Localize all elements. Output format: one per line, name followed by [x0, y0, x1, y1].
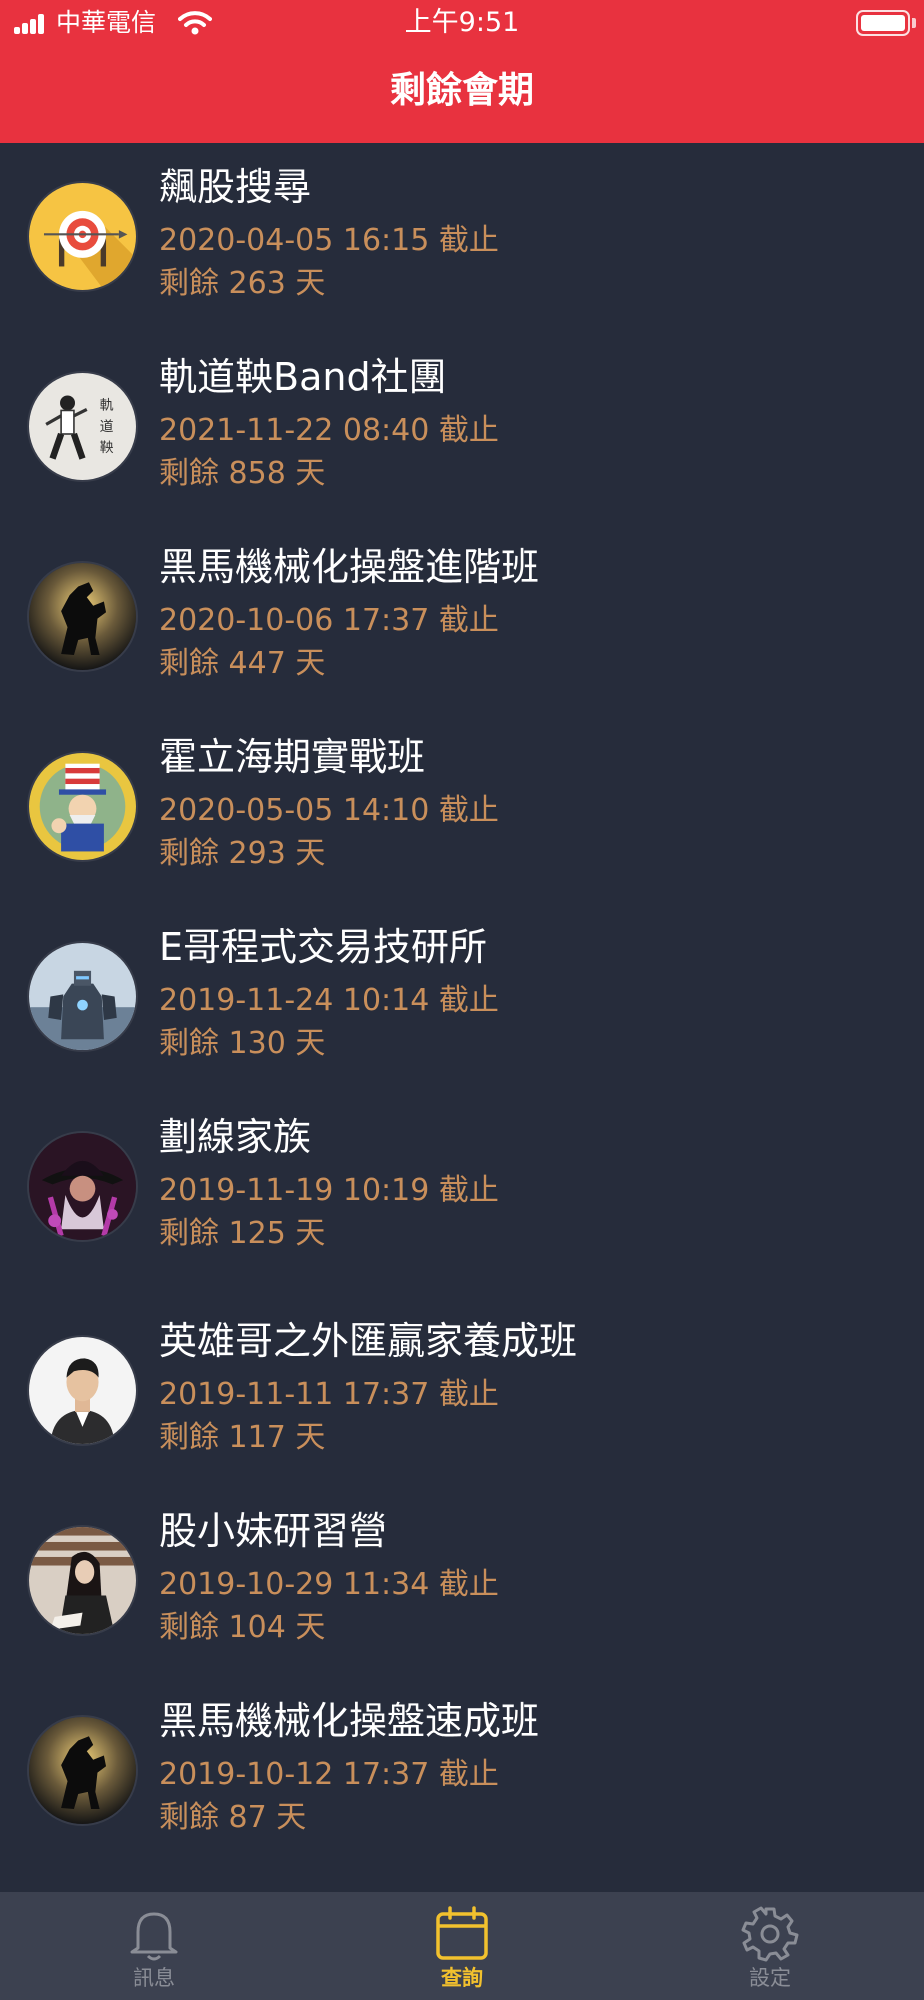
- item-expiry: 2019-10-12 17:37 截止: [159, 1757, 499, 1792]
- list-item[interactable]: 霍立海期實戰班 2020-05-05 14:10 截止 剩餘 293 天: [0, 713, 924, 903]
- membership-list: 飆股搜尋 2020-04-05 16:15 截止 剩餘 263 天 軌 道 鞅 …: [0, 143, 924, 1867]
- item-expiry: 2020-04-05 16:15 截止: [159, 223, 499, 258]
- item-remaining: 剩餘 263 天: [159, 266, 326, 301]
- man-portrait-avatar: [27, 1335, 138, 1446]
- woman-reading-avatar: [27, 1525, 138, 1636]
- item-remaining: 剩餘 293 天: [159, 836, 326, 871]
- martial-artist-avatar: 軌 道 鞅: [27, 371, 138, 482]
- calendar-icon: [436, 1906, 488, 1960]
- svg-text:軌: 軌: [100, 397, 114, 413]
- item-title: 股小妹研習營: [159, 1509, 388, 1553]
- page-title: 剩餘會期: [389, 70, 534, 111]
- item-remaining: 剩餘 858 天: [159, 456, 326, 491]
- list-item[interactable]: E哥程式交易技研所 2019-11-24 10:14 截止 剩餘 130 天: [0, 903, 924, 1093]
- list-item[interactable]: 黑馬機械化操盤進階班 2020-10-06 17:37 截止 剩餘 447 天: [0, 523, 924, 713]
- item-remaining: 剩餘 117 天: [159, 1420, 326, 1455]
- battery-tip: [912, 18, 916, 28]
- black-horse-avatar: [27, 1715, 138, 1826]
- list-item[interactable]: 黑馬機械化操盤速成班 2019-10-12 17:37 截止 剩餘 87 天: [0, 1677, 924, 1867]
- tab-label: 查詢: [441, 1966, 483, 1990]
- list-item[interactable]: 軌 道 鞅 軌道鞅Band社團 2021-11-22 08:40 截止 剩餘 8…: [0, 333, 924, 523]
- item-expiry: 2020-05-05 14:10 截止: [159, 793, 499, 828]
- robot-avatar: [27, 941, 138, 1052]
- item-remaining: 剩餘 447 天: [159, 646, 326, 681]
- target-avatar: [27, 181, 138, 292]
- item-title: 劃線家族: [159, 1115, 312, 1159]
- wizard-avatar: [27, 1131, 138, 1242]
- item-expiry: 2020-10-06 17:37 截止: [159, 603, 499, 638]
- item-title: 黑馬機械化操盤速成班: [159, 1699, 540, 1743]
- battery-icon: [856, 10, 910, 36]
- tab-query[interactable]: 查詢: [362, 1892, 562, 2000]
- item-remaining: 剩餘 125 天: [159, 1216, 326, 1251]
- item-remaining: 剩餘 87 天: [159, 1800, 307, 1835]
- gear-icon: [741, 1906, 799, 1962]
- list-item[interactable]: 英雄哥之外匯贏家養成班 2019-11-11 17:37 截止 剩餘 117 天: [0, 1297, 924, 1487]
- item-title: 黑馬機械化操盤進階班: [159, 545, 540, 589]
- app-header: 中華電信 上午9:51 剩餘會期: [0, 0, 924, 143]
- item-title: 霍立海期實戰班: [159, 735, 426, 779]
- item-remaining: 剩餘 130 天: [159, 1026, 326, 1061]
- tab-settings[interactable]: 設定: [670, 1892, 870, 2000]
- tab-label: 訊息: [133, 1966, 175, 1990]
- uncle-sam-avatar: [27, 751, 138, 862]
- svg-text:道: 道: [100, 419, 114, 435]
- tab-messages[interactable]: 訊息: [54, 1892, 254, 2000]
- bell-icon: [130, 1912, 178, 1961]
- item-title: 軌道鞅Band社團: [159, 355, 447, 399]
- item-expiry: 2021-11-22 08:40 截止: [159, 413, 499, 448]
- item-remaining: 剩餘 104 天: [159, 1610, 326, 1645]
- item-title: 飆股搜尋: [159, 165, 312, 209]
- item-expiry: 2019-11-24 10:14 截止: [159, 983, 499, 1018]
- tab-label: 設定: [749, 1966, 791, 1990]
- status-time: 上午9:51: [404, 7, 520, 38]
- list-item[interactable]: 股小妹研習營 2019-10-29 11:34 截止 剩餘 104 天: [0, 1487, 924, 1677]
- svg-text:鞅: 鞅: [100, 440, 114, 456]
- list-item[interactable]: 劃線家族 2019-11-19 10:19 截止 剩餘 125 天: [0, 1093, 924, 1297]
- black-horse-avatar: [27, 561, 138, 672]
- list-item[interactable]: 飆股搜尋 2020-04-05 16:15 截止 剩餘 263 天: [0, 143, 924, 333]
- item-expiry: 2019-11-11 17:37 截止: [159, 1377, 499, 1412]
- item-title: 英雄哥之外匯贏家養成班: [159, 1319, 578, 1363]
- item-expiry: 2019-10-29 11:34 截止: [159, 1567, 499, 1602]
- status-bar: 中華電信 上午9:51: [0, 0, 924, 46]
- tab-bar: 訊息 查詢 設定: [0, 1892, 924, 2000]
- item-title: E哥程式交易技研所: [159, 925, 488, 969]
- item-expiry: 2019-11-19 10:19 截止: [159, 1173, 499, 1208]
